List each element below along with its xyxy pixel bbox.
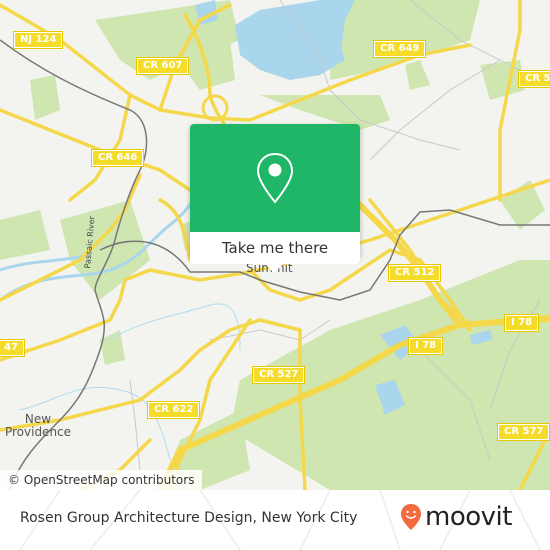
popup-header — [190, 124, 360, 232]
map-attribution[interactable]: © OpenStreetMap contributors — [0, 470, 203, 490]
road-label-cr47: 47 — [0, 340, 24, 356]
place-label-line2: Providence — [4, 425, 72, 439]
road-label-cr577: CR 577 — [498, 424, 550, 440]
moovit-wordmark: moovit — [425, 502, 512, 532]
map[interactable]: NJ 124 CR 607 CR 649 CR 52 CR 646 CR 512… — [0, 0, 550, 490]
road-label-i78-east: I 78 — [505, 315, 539, 331]
moovit-smiley-pin-icon — [401, 504, 421, 530]
road-label-cr52: CR 52 — [519, 71, 550, 87]
road-label-cr646: CR 646 — [92, 150, 144, 166]
road-label-i78: I 78 — [409, 338, 443, 354]
road-label-cr649: CR 649 — [374, 41, 426, 57]
popup-pointer — [265, 264, 283, 273]
location-pin-icon — [256, 152, 294, 204]
road-label-cr527: CR 527 — [253, 367, 305, 383]
destination-popup: Take me there — [190, 124, 360, 273]
footer: Rosen Group Architecture Design, New Yor… — [0, 490, 550, 550]
road-label-cr512: CR 512 — [389, 265, 441, 281]
road-label-cr622: CR 622 — [148, 402, 200, 418]
moovit-logo[interactable]: moovit — [400, 502, 512, 532]
place-label-new-providence: New Providence — [0, 413, 76, 439]
road-label-nj124: NJ 124 — [14, 32, 63, 48]
road-label-cr607: CR 607 — [137, 58, 189, 74]
place-title: Rosen Group Architecture Design, New Yor… — [20, 510, 358, 526]
take-me-there-button[interactable]: Take me there — [190, 232, 360, 264]
